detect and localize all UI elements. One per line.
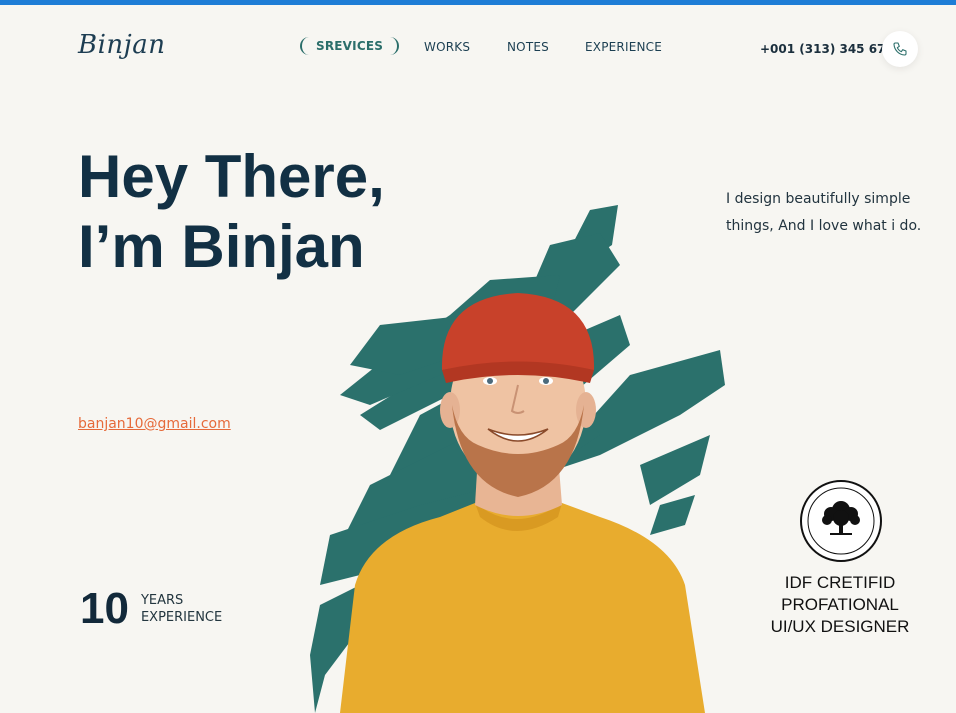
email-link[interactable]: banjan10@gmail.com xyxy=(78,416,231,432)
nav-item-experience[interactable]: EXPERIENCE xyxy=(585,40,662,54)
tree-seal-icon xyxy=(807,487,875,555)
certification-text: IDF CRETIFID PROFATIONAL UI/UX DESIGNER xyxy=(740,572,940,638)
nav-item-services[interactable]: SREVICES xyxy=(300,37,400,55)
hero-line-1: Hey There, xyxy=(78,143,385,210)
hero-tagline: I design beautifully simple things, And … xyxy=(726,191,922,234)
years-number: 10 xyxy=(80,584,129,633)
cert-line-2: PROFATIONAL xyxy=(781,595,899,614)
cert-line-1: IDF CRETIFID xyxy=(784,573,896,592)
certification-seal xyxy=(800,480,882,562)
top-accent-bar xyxy=(0,0,956,5)
hero-portrait-image xyxy=(310,205,725,713)
call-button[interactable] xyxy=(882,31,918,67)
experience-stat: 10 YEARS EXPERIENCE xyxy=(80,584,222,634)
cert-line-3: UI/UX DESIGNER xyxy=(770,617,910,636)
nav-item-notes[interactable]: NOTES xyxy=(507,40,549,54)
years-label: YEARS EXPERIENCE xyxy=(141,592,222,626)
phone-icon xyxy=(893,42,907,56)
years-label-line-1: YEARS xyxy=(140,593,184,608)
years-label-line-2: EXPERIENCE xyxy=(140,610,223,625)
nav-item-works[interactable]: WORKS xyxy=(424,40,470,54)
phone-number[interactable]: +001 (313) 345 678 xyxy=(760,42,894,56)
